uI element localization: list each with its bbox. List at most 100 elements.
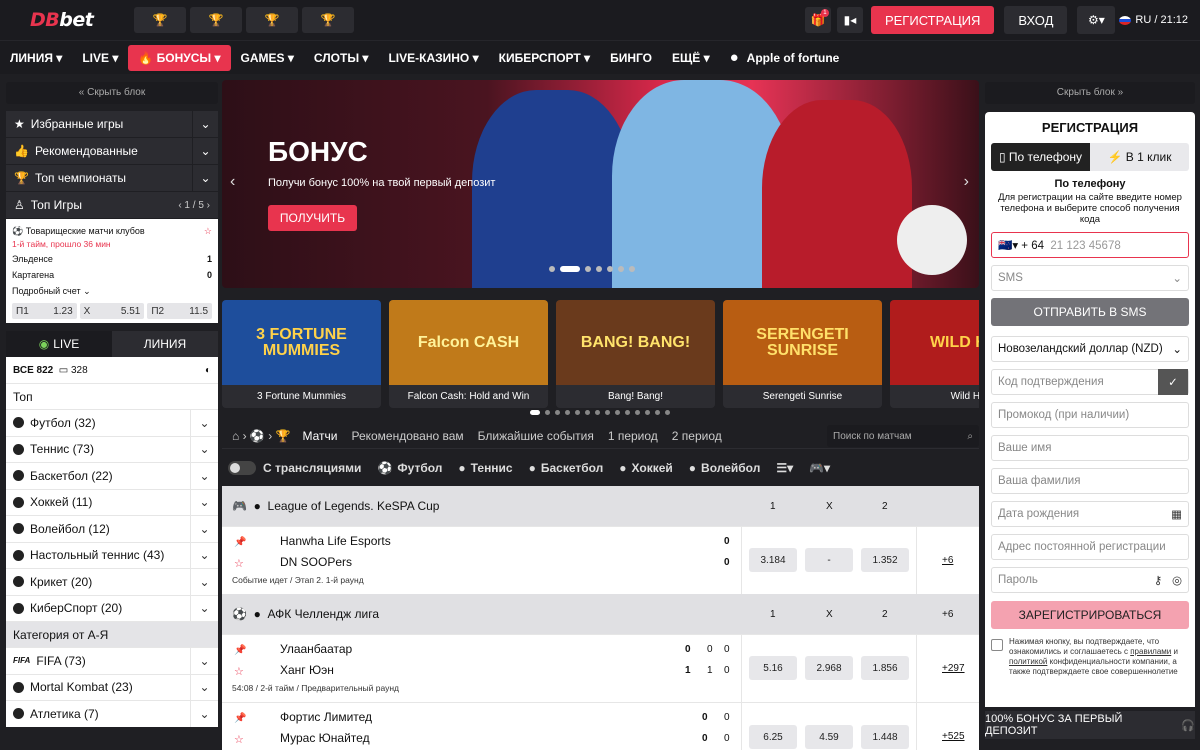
all-events-row[interactable]: ВСЕ 822 ▭ 328 ◐	[6, 357, 218, 383]
trophy-icon-4[interactable]: 🏆	[302, 7, 354, 33]
games-dot[interactable]	[605, 410, 610, 415]
odd-p1[interactable]: П1 1.23	[12, 303, 77, 319]
video-icon[interactable]: ▮◂	[836, 7, 863, 33]
chevron-down-icon[interactable]: ⌄	[190, 674, 218, 701]
league-header[interactable]: ⚽ ● АФК Челлендж лига 1 X 2 +6	[222, 594, 979, 634]
chevron-down-icon[interactable]: ⌄	[192, 165, 218, 191]
games-dot[interactable]	[565, 410, 570, 415]
top-games-pager[interactable]: ‹ 1 / 5 ›	[178, 200, 210, 211]
sport-table-tennis[interactable]: Настольный теннис (43) ⌄	[6, 541, 218, 569]
game-card[interactable]: 3 FORTUNE MUMMIES 3 Fortune Mummies	[222, 300, 381, 408]
sport-football[interactable]: Футбол (32) ⌄	[6, 409, 218, 436]
nav-live-casino[interactable]: LIVE-КАЗИНО ▾	[378, 45, 488, 71]
streams-toggle[interactable]	[228, 460, 256, 475]
filter-hockey[interactable]: ● Хоккей	[619, 461, 673, 475]
nav-esports[interactable]: КИБЕРСПОРТ ▾	[489, 45, 600, 71]
chevron-right-icon[interactable]: ›	[964, 173, 969, 191]
search-icon[interactable]: ⌕	[967, 431, 973, 442]
chevron-down-icon[interactable]: ⌄	[190, 409, 218, 436]
promo-code-input[interactable]: Промокод (при наличии)	[991, 402, 1189, 428]
top-championships-row[interactable]: 🏆 Топ чемпионаты ⌄	[6, 165, 218, 191]
sport-mortal-kombat[interactable]: Mortal Kombat (23) ⌄	[6, 673, 218, 701]
games-dot[interactable]	[645, 410, 650, 415]
sport-tennis[interactable]: Теннис (73) ⌄	[6, 435, 218, 463]
games-dot[interactable]	[655, 410, 660, 415]
password-input[interactable]: Пароль ⚷ ◎	[991, 567, 1189, 593]
games-dot[interactable]	[625, 410, 630, 415]
nav-line[interactable]: ЛИНИЯ ▾	[0, 45, 72, 71]
slide-dot[interactable]	[629, 266, 635, 272]
chevron-down-icon[interactable]: ⌄	[190, 568, 218, 595]
tab-period-1[interactable]: 1 период	[608, 429, 658, 443]
league-header[interactable]: 🎮 ● League of Legends. KeSPA Cup 1 X 2	[222, 486, 979, 526]
star-outline-icon[interactable]: ☆	[234, 557, 244, 570]
trophy-icon-2[interactable]: 🏆	[190, 7, 242, 33]
eye-off-icon[interactable]: ◎	[1172, 575, 1182, 587]
tab-line[interactable]: ЛИНИЯ	[112, 331, 218, 357]
odd-x[interactable]: -	[805, 548, 853, 572]
game-card[interactable]: BANG! BANG! Bang! Bang!	[556, 300, 715, 408]
chevron-down-icon[interactable]: ⌄	[190, 595, 218, 622]
currency-select[interactable]: Новозеландский доллар (NZD) ⌄	[991, 336, 1189, 362]
filter-basketball[interactable]: ● Баскетбол	[529, 461, 604, 475]
odd-x[interactable]: 4.59	[805, 725, 853, 749]
sport-cricket[interactable]: Крикет (20) ⌄	[6, 568, 218, 595]
get-bonus-button[interactable]: ПОЛУЧИТЬ	[268, 205, 357, 231]
top-game-card[interactable]: ⚽ Товарищеские матчи клубов ☆ 1-й тайм, п…	[6, 219, 218, 323]
chevron-down-icon[interactable]: ⌄	[190, 515, 218, 542]
chevron-left-icon[interactable]: ‹	[230, 173, 235, 191]
favorites-row[interactable]: ★ Избранные игры ⌄	[6, 111, 218, 137]
list-menu-icon[interactable]: ☰▾	[776, 461, 793, 475]
game-card[interactable]: SERENGETI SUNRISE Serengeti Sunrise	[723, 300, 882, 408]
games-dot[interactable]	[575, 410, 580, 415]
star-outline-icon[interactable]: ☆	[234, 733, 244, 746]
chevron-down-icon[interactable]: ⌄	[190, 542, 218, 569]
agree-checkbox[interactable]	[991, 639, 1003, 651]
flag-nz-icon[interactable]: 🇳🇿▾	[998, 240, 1018, 252]
headset-icon[interactable]: 🎧	[1181, 719, 1195, 732]
gear-icon[interactable]: ⚙▾	[1077, 6, 1116, 34]
odd-x[interactable]: 2.968	[805, 656, 853, 680]
slide-dot[interactable]	[549, 266, 555, 272]
logo[interactable]: DBbet	[30, 9, 130, 31]
address-input[interactable]: Адрес постоянной регистрации	[991, 534, 1189, 560]
nav-apple-of-fortune[interactable]: ● Apple of fortune	[730, 49, 840, 66]
sport-basketball[interactable]: Баскетбол (22) ⌄	[6, 462, 218, 489]
trophy-icon-3[interactable]: 🏆	[246, 7, 298, 33]
sport-athletics[interactable]: Атлетика (7) ⌄	[6, 700, 218, 727]
pin-icon[interactable]: 📌	[234, 713, 246, 724]
nav-more[interactable]: ЕЩЁ ▾	[662, 45, 720, 71]
hide-left-block[interactable]: « Скрыть блок	[6, 82, 218, 104]
hide-right-block[interactable]: Скрыть блок »	[985, 82, 1195, 104]
birth-date-input[interactable]: Дата рождения ▦	[991, 501, 1189, 527]
confirmation-code-input[interactable]: Код подтверждения ✓	[991, 369, 1189, 395]
games-dot[interactable]	[545, 410, 550, 415]
filter-football[interactable]: ⚽ Футбол	[377, 461, 442, 475]
nav-live[interactable]: LIVE ▾	[72, 45, 128, 71]
games-dot-active[interactable]	[530, 410, 540, 415]
odd-2[interactable]: 1.448	[861, 725, 909, 749]
games-dot[interactable]	[665, 410, 670, 415]
games-dot[interactable]	[555, 410, 560, 415]
chevron-down-icon[interactable]: ⌄	[192, 111, 218, 137]
odd-1[interactable]: 5.16	[749, 656, 797, 680]
last-name-input[interactable]: Ваша фамилия	[991, 468, 1189, 494]
chevron-down-icon[interactable]: ⌄	[192, 138, 218, 164]
chevron-down-icon[interactable]: ⌄	[190, 462, 218, 489]
calendar-icon[interactable]: ▦	[1171, 507, 1182, 521]
first-deposit-bonus-bar[interactable]: 100% БОНУС ЗА ПЕРВЫЙ ДЕПОЗИТ 🎧	[985, 711, 1195, 739]
games-dot[interactable]	[595, 410, 600, 415]
sport-fifa[interactable]: FIFA FIFA (73) ⌄	[6, 647, 218, 674]
tab-period-2[interactable]: 2 период	[672, 429, 722, 443]
tab-live[interactable]: ◉ LIVE	[6, 331, 112, 357]
sport-esports[interactable]: КиберСпорт (20) ⌄	[6, 594, 218, 622]
detailed-score-link[interactable]: Подробный счет ⌄	[12, 286, 91, 297]
send-sms-button[interactable]: ОТПРАВИТЬ В SMS	[991, 298, 1189, 326]
slide-dot[interactable]	[596, 266, 602, 272]
match-row[interactable]: 📌 ☆ Hanwha Life Esports DN SOOPers 0 0 С…	[222, 526, 979, 594]
games-dot[interactable]	[585, 410, 590, 415]
game-card[interactable]: Falcon CASH Falcon Cash: Hold and Win	[389, 300, 548, 408]
chevron-down-icon[interactable]: ⌄	[190, 700, 218, 727]
nav-slots[interactable]: СЛОТЫ ▾	[304, 45, 379, 71]
star-outline-icon[interactable]: ☆	[204, 226, 212, 237]
